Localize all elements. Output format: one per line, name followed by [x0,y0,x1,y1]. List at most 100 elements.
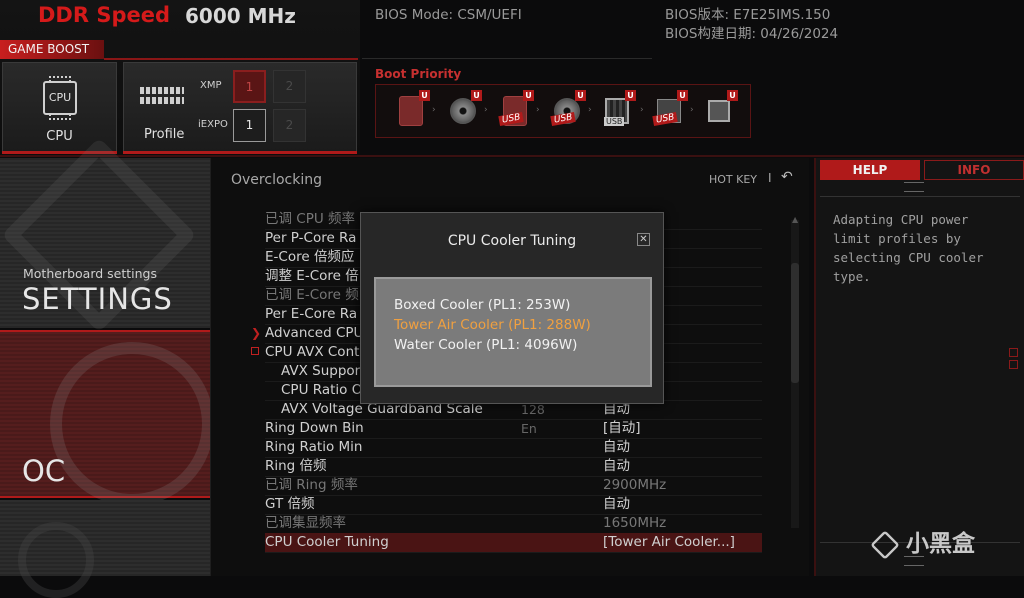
speedometer-icon [50,342,214,506]
row-name: Ring Down Bin [265,420,364,436]
list-item[interactable]: Ring Ratio Min 自动 [265,438,762,458]
top-status-panel: DDR Speed 6000 MHz GAME BOOST CPU CPU Pr… [0,0,360,155]
boot-arrow-icon: › [690,105,694,115]
xmp-profile-1-button[interactable]: 1 [233,70,266,103]
nav-oc-title: OC [22,454,66,488]
row-name: CPU Ratio O [281,382,363,398]
row-name: 已调 CPU 频率 [265,211,356,227]
tab-help[interactable]: HELP [820,160,920,180]
row-name: 调整 E-Core 倍 [265,268,359,284]
list-item[interactable]: 已调 Ring 频率 2900MHz [265,476,762,496]
submenu-arrow-icon: ❯ [251,326,262,340]
bios-mode-info: BIOS Mode: CSM/UEFI [375,0,522,25]
row-name: CPU AVX Contr [265,344,365,360]
list-item[interactable]: Ring Down Bin En [自动] [265,419,762,439]
hdd-icon[interactable]: U [392,90,430,132]
row-setting-value: 自动 [603,458,630,474]
top-divider [362,58,652,59]
row-name: Per P-Core Ra [265,230,357,246]
row-name: E-Core 倍频应 [265,249,355,265]
header-bottom-line [0,155,1024,157]
help-text: Adapting CPU power limit profiles by sel… [833,212,984,284]
drag-handle-icon[interactable] [904,182,924,192]
option-water-cooler[interactable]: Water Cooler (PL1: 4096W) [394,337,577,353]
row-setting-value: [自动] [603,420,641,436]
usb-cd-icon[interactable]: U USB [548,90,586,132]
row-setting-value: 2900MHz [603,477,667,493]
row-name: Ring 倍频 [265,458,327,474]
page-title: Overclocking [231,172,322,188]
row-name: GT 倍频 [265,496,315,512]
iexpo-profile-2-button[interactable]: 2 [273,109,306,142]
iexpo-profile-1-button[interactable]: 1 [233,109,266,142]
game-boost-label[interactable]: GAME BOOST [0,40,104,59]
profile-label: Profile [144,127,185,142]
bios-version: BIOS版本: E7E25IMS.150 [665,7,831,23]
xmp-profile-2-button[interactable]: 2 [273,70,306,103]
nav-oc-button[interactable]: OC [0,330,214,506]
row-name: AVX Suppor [281,363,361,379]
scrollbar-thumb[interactable] [791,263,799,383]
game-boost-cpu-button[interactable]: CPU CPU [2,62,117,152]
bios-mode: BIOS Mode: CSM/UEFI [375,7,522,23]
hotkey-separator: I [768,171,772,185]
ddr-speed-label: DDR Speed [38,3,171,27]
watermark-logo-icon [870,529,900,560]
option-tower-air-cooler[interactable]: Tower Air Cooler (PL1: 288W) [394,317,591,333]
row-setting-value: 自动 [603,439,630,455]
dialog-title: CPU Cooler Tuning [447,233,577,249]
collapse-icon[interactable] [251,347,259,355]
uefi-shell-icon[interactable]: U [700,90,738,132]
option-boxed-cooler[interactable]: Boxed Cooler (PL1: 253W) [394,297,570,313]
boot-arrow-icon: › [432,105,436,115]
row-name: CPU Cooler Tuning [265,534,389,550]
watermark-text: 小黑盒 [906,531,975,557]
nav-settings-title: SETTINGS [22,282,173,316]
list-item[interactable]: GT 倍频 自动 [265,495,762,515]
row-name: 已调 E-Core 频 [265,287,359,303]
row-setting-value: 1650MHz [603,515,667,531]
help-panel: HELP INFO Adapting CPU power limit profi… [814,158,1024,576]
side-indicator-icon [1009,348,1018,372]
help-divider [820,196,1020,197]
row-setting-value: 自动 [603,496,630,512]
cpu-chip-icon: CPU [43,76,77,120]
row-current-value: En [521,421,537,436]
close-icon[interactable]: ✕ [637,233,650,246]
boot-arrow-icon: › [588,105,592,115]
nav-settings-subtitle: Motherboard settings [23,266,158,281]
list-item[interactable]: Ring 倍频 自动 [265,457,762,477]
list-item[interactable]: 已调集显频率 1650MHz [265,514,762,534]
row-name: Per E-Core Ra [265,306,358,322]
bios-build-date: BIOS构建日期: 04/26/2024 [665,26,839,42]
nav-settings-button[interactable]: Motherboard settings SETTINGS [0,137,210,333]
optical-disc-icon[interactable]: U [444,90,482,132]
bios-version-info: BIOS版本: E7E25IMS.150 BIOS构建日期: 04/26/202… [665,0,838,44]
list-item-selected[interactable]: CPU Cooler Tuning [Tower Air Cooler...] [265,533,762,553]
boot-priority-bar: U › U › U USB › U USB › U USB › U USB › U [375,84,751,138]
cpu-chip-icon-text: CPU [48,91,72,104]
row-name: Advanced CPU [265,325,364,341]
cpu-cooler-tuning-dialog: CPU Cooler Tuning ✕ Boxed Cooler (PL1: 2… [360,212,664,404]
back-icon[interactable]: ↶ [781,169,793,185]
usb-hdd-icon[interactable]: U USB [496,90,534,132]
iexpo-label: iEXPO [198,119,228,130]
cooler-options-list: Boxed Cooler (PL1: 253W) Tower Air Coole… [374,277,652,387]
row-name: 已调集显频率 [265,515,346,531]
row-name: 已调 Ring 频率 [265,477,358,493]
boot-arrow-icon: › [640,105,644,115]
profile-tile-underline [123,151,357,154]
boot-arrow-icon: › [484,105,488,115]
tab-info[interactable]: INFO [924,160,1024,180]
hotkey-button[interactable]: HOT KEY [709,173,757,186]
usb-key-icon[interactable]: U USB [598,90,636,132]
scroll-up-icon[interactable]: ▲ [792,215,798,224]
boot-priority-title: Boot Priority [375,67,462,81]
usb-floppy-icon[interactable]: U USB [650,90,688,132]
ddr-speed-value: 6000 MHz [185,4,296,28]
row-setting-value: [Tower Air Cooler...] [603,534,735,550]
nav-mflash-button[interactable] [0,500,210,598]
flash-icon [18,522,94,598]
memory-module-icon [140,87,184,105]
boot-arrow-icon: › [536,105,540,115]
